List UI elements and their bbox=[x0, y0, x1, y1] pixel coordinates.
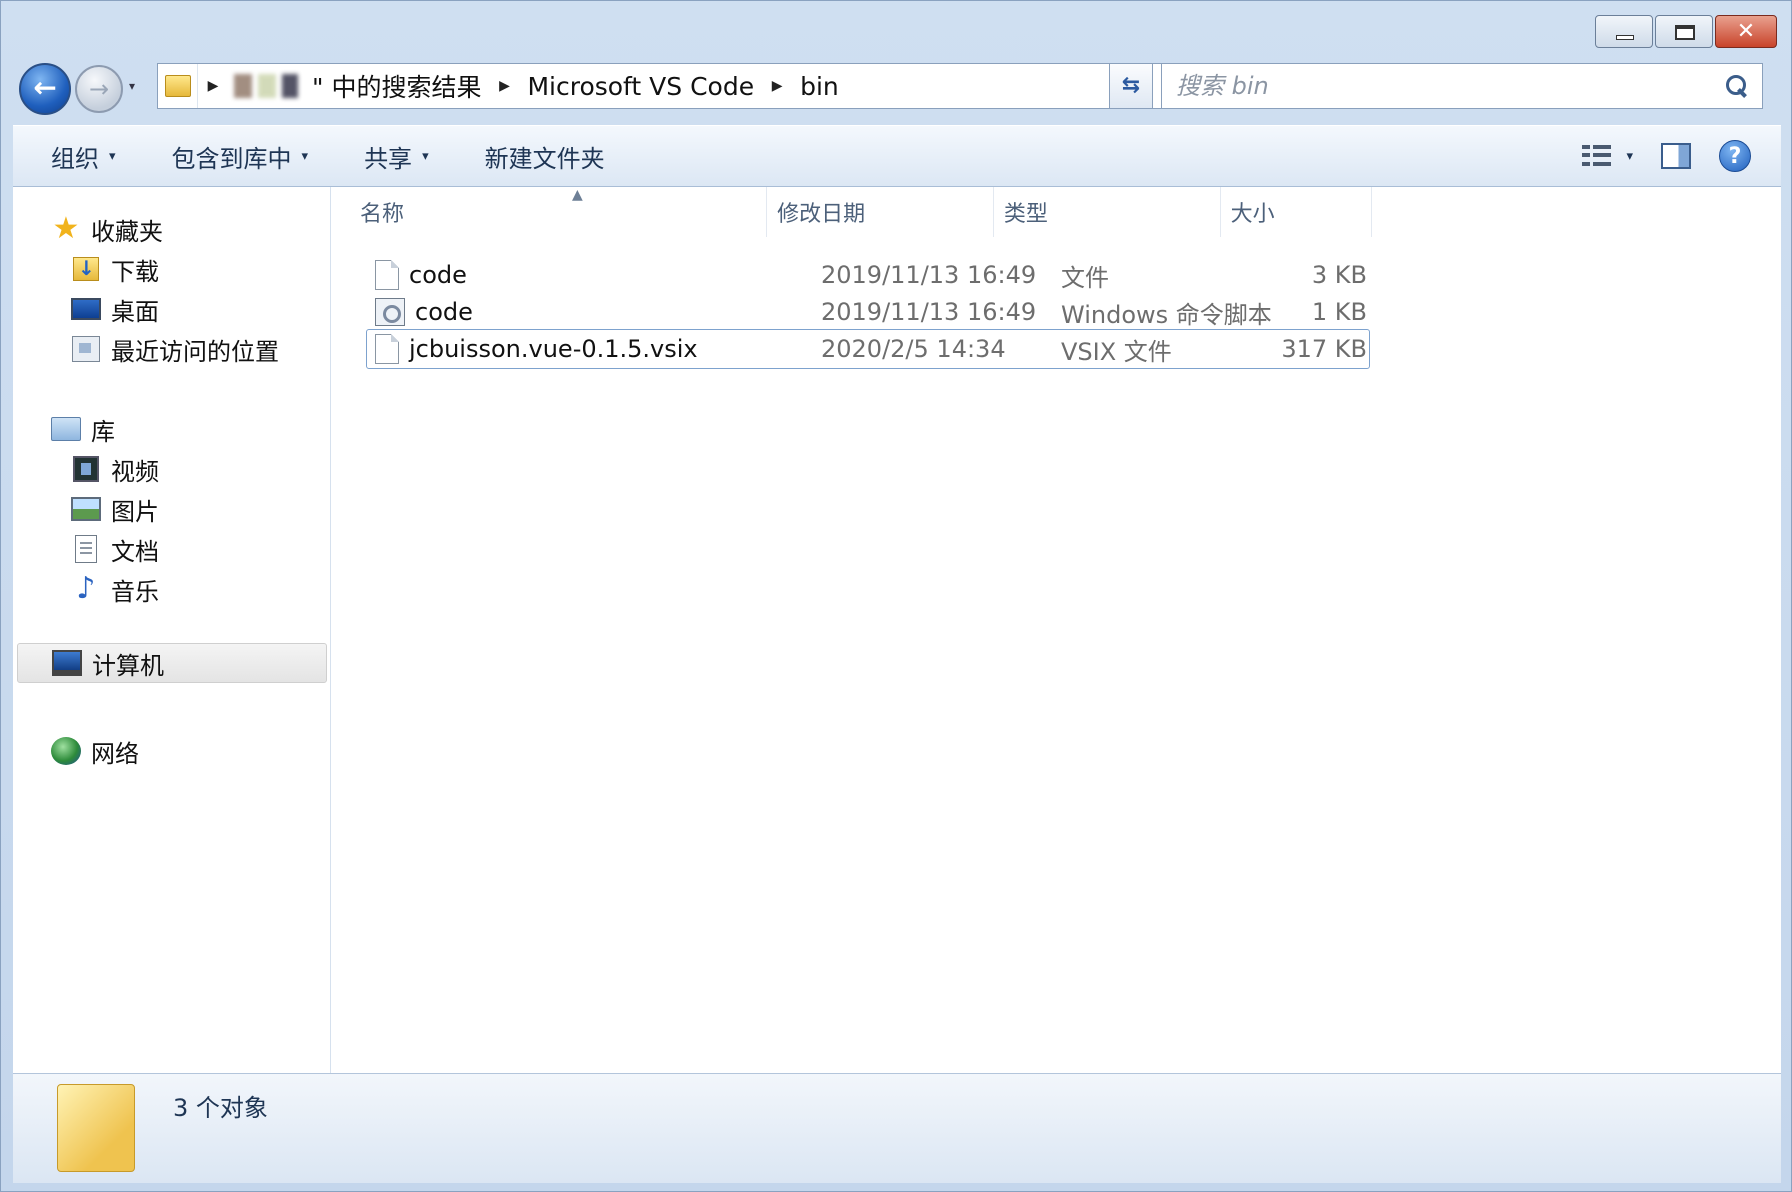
include-in-library-button[interactable]: 包含到库中 ▾ bbox=[134, 139, 327, 174]
video-icon bbox=[71, 454, 101, 484]
table-row[interactable]: jcbuisson.vue-0.1.5.vsix 2020/2/5 14:34 … bbox=[366, 329, 1370, 369]
file-size: 1 KB bbox=[1311, 298, 1367, 326]
file-size: 3 KB bbox=[1311, 261, 1367, 289]
star-icon: ★ bbox=[52, 211, 80, 246]
library-icon bbox=[51, 414, 81, 444]
file-modified: 2019/11/13 16:49 bbox=[821, 261, 1037, 289]
details-view-icon bbox=[1582, 145, 1612, 167]
sidebar-item-downloads[interactable]: 下载 bbox=[71, 249, 159, 289]
file-name: jcbuisson.vue-0.1.5.vsix bbox=[409, 335, 698, 363]
maximize-icon bbox=[1675, 25, 1695, 40]
address-bar[interactable]: ▶ " 中的搜索结果 ▶ Microsoft VS Code ▶ bin ▼ bbox=[157, 63, 1247, 109]
file-list-pane[interactable]: ▲ 名称 修改日期 类型 大小 code 2019/11/13 16:49 文件… bbox=[332, 187, 1781, 1073]
organize-menu-button[interactable]: 组织 ▾ bbox=[13, 139, 134, 174]
document-icon bbox=[71, 534, 101, 564]
navigation-pane[interactable]: ★ 收藏夹 下载 桌面 最近访问的位置 库 视频 bbox=[13, 187, 331, 1073]
explorer-window: ✕ ← → ▾ ▶ " 中的搜索结果 ▶ Microsoft VS Code ▶… bbox=[0, 0, 1792, 1192]
file-type: Windows 命令脚本 bbox=[1061, 300, 1272, 329]
file-type: VSIX 文件 bbox=[1061, 337, 1172, 366]
file-name: code bbox=[415, 298, 473, 326]
picture-icon bbox=[71, 494, 101, 524]
column-header-modified[interactable]: 修改日期 bbox=[767, 187, 994, 237]
search-input[interactable] bbox=[1174, 71, 1724, 101]
share-button[interactable]: 共享 ▾ bbox=[326, 139, 447, 174]
sidebar-item-videos[interactable]: 视频 bbox=[71, 449, 159, 489]
music-note-icon: ♪ bbox=[76, 571, 96, 606]
sidebar-item-desktop[interactable]: 桌面 bbox=[71, 289, 159, 329]
breadcrumb-separator-icon[interactable]: ▶ bbox=[198, 78, 228, 94]
sidebar-item-computer[interactable]: 计算机 bbox=[17, 643, 327, 683]
command-bar: 组织 ▾ 包含到库中 ▾ 共享 ▾ 新建文件夹 ▾ ? bbox=[13, 125, 1781, 187]
network-icon bbox=[51, 736, 81, 766]
toolbar-right-group: ▾ ? bbox=[1582, 140, 1781, 172]
downloads-folder-icon bbox=[71, 254, 101, 284]
close-icon: ✕ bbox=[1736, 19, 1756, 44]
column-header-size[interactable]: 大小 bbox=[1221, 187, 1373, 237]
breadcrumb-bin[interactable]: bin bbox=[792, 72, 847, 101]
details-pane: 3 个对象 bbox=[13, 1073, 1781, 1183]
breadcrumb-separator-icon[interactable]: ▶ bbox=[762, 78, 792, 94]
address-folder-icon bbox=[158, 64, 198, 108]
sidebar-item-music[interactable]: ♪ 音乐 bbox=[71, 569, 159, 609]
file-type: 文件 bbox=[1061, 263, 1109, 292]
column-header-type[interactable]: 类型 bbox=[994, 187, 1221, 237]
change-view-button[interactable]: ▾ bbox=[1582, 145, 1633, 167]
sidebar-item-network[interactable]: 网络 bbox=[51, 731, 139, 771]
folder-icon bbox=[57, 1084, 135, 1172]
main-area: ★ 收藏夹 下载 桌面 最近访问的位置 库 视频 bbox=[13, 187, 1781, 1073]
sidebar-item-recent-places[interactable]: 最近访问的位置 bbox=[71, 329, 279, 369]
new-folder-button[interactable]: 新建文件夹 bbox=[447, 139, 623, 174]
chevron-down-icon: ▾ bbox=[422, 148, 429, 164]
file-modified: 2020/2/5 14:34 bbox=[821, 335, 1006, 363]
breadcrumb-vscode[interactable]: Microsoft VS Code bbox=[519, 72, 762, 101]
sidebar-item-pictures[interactable]: 图片 bbox=[71, 489, 159, 529]
sidebar-favorites[interactable]: ★ 收藏夹 bbox=[51, 209, 163, 249]
table-row[interactable]: code 2019/11/13 16:49 Windows 命令脚本 1 KB bbox=[366, 292, 1370, 332]
refresh-button[interactable]: ⇆ bbox=[1109, 63, 1153, 109]
back-button[interactable]: ← bbox=[19, 63, 71, 115]
chevron-down-icon: ▾ bbox=[1626, 148, 1633, 164]
help-icon[interactable]: ? bbox=[1719, 140, 1751, 172]
navigation-bar: ← → ▾ ▶ " 中的搜索结果 ▶ Microsoft VS Code ▶ b… bbox=[17, 61, 1777, 117]
minimize-icon bbox=[1616, 35, 1634, 40]
recent-pages-dropdown[interactable]: ▾ bbox=[129, 79, 135, 93]
blank-file-icon bbox=[375, 334, 399, 364]
script-file-icon bbox=[375, 298, 405, 326]
blank-file-icon bbox=[375, 260, 399, 290]
maximize-button[interactable] bbox=[1655, 15, 1713, 48]
close-button[interactable]: ✕ bbox=[1715, 15, 1777, 48]
sidebar-item-documents[interactable]: 文档 bbox=[71, 529, 159, 569]
preview-pane-icon[interactable] bbox=[1661, 143, 1691, 169]
forward-button[interactable]: → bbox=[75, 65, 123, 113]
file-name: code bbox=[409, 261, 467, 289]
search-box[interactable] bbox=[1161, 63, 1763, 109]
computer-icon bbox=[52, 648, 82, 678]
desktop-icon bbox=[71, 294, 101, 324]
breadcrumb-separator-icon[interactable]: ▶ bbox=[489, 78, 519, 94]
recent-places-icon bbox=[71, 334, 101, 364]
sidebar-libraries[interactable]: 库 bbox=[51, 409, 115, 449]
minimize-button[interactable] bbox=[1595, 15, 1653, 48]
chevron-down-icon: ▾ bbox=[109, 148, 116, 164]
file-size: 317 KB bbox=[1281, 335, 1367, 363]
redacted-search-term bbox=[234, 74, 298, 98]
column-header: ▲ 名称 修改日期 类型 大小 bbox=[332, 187, 1373, 237]
file-modified: 2019/11/13 16:49 bbox=[821, 298, 1037, 326]
chevron-down-icon: ▾ bbox=[301, 148, 309, 164]
column-header-name[interactable]: ▲ 名称 bbox=[332, 187, 768, 237]
item-count: 3 个对象 bbox=[173, 1094, 268, 1122]
search-icon[interactable] bbox=[1724, 73, 1750, 99]
breadcrumb-search-results[interactable]: " 中的搜索结果 bbox=[304, 68, 489, 104]
caption-buttons: ✕ bbox=[1593, 15, 1777, 48]
sort-ascending-icon: ▲ bbox=[572, 187, 583, 203]
table-row[interactable]: code 2019/11/13 16:49 文件 3 KB bbox=[366, 255, 1370, 295]
